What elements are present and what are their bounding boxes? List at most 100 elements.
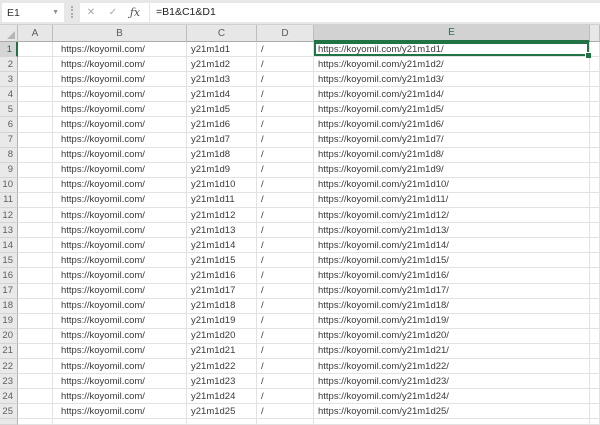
cell-B25[interactable]: https://koyomil.com/	[53, 404, 187, 420]
cell-B23[interactable]: https://koyomil.com/	[53, 374, 187, 390]
row-header-17[interactable]: 17	[0, 283, 18, 299]
cell-D9[interactable]: /	[257, 162, 314, 178]
cell-E16[interactable]: https://koyomil.com/y21m1d16/	[314, 268, 590, 284]
cell-E2[interactable]: https://koyomil.com/y21m1d2/	[314, 57, 590, 73]
row-header-14[interactable]: 14	[0, 238, 18, 254]
cell-D13[interactable]: /	[257, 223, 314, 239]
row-header-3[interactable]: 3	[0, 72, 18, 88]
cell-A20[interactable]	[18, 328, 53, 344]
cell-D8[interactable]: /	[257, 147, 314, 163]
insert-function-button[interactable]: ƒx	[124, 3, 146, 22]
cell-B7[interactable]: https://koyomil.com/	[53, 132, 187, 148]
cell-D25[interactable]: /	[257, 404, 314, 420]
cell-row26-partial[interactable]	[314, 419, 590, 425]
row-header-10[interactable]: 10	[0, 177, 18, 193]
cell-B11[interactable]: https://koyomil.com/	[53, 192, 187, 209]
cell-B14[interactable]: https://koyomil.com/	[53, 238, 187, 254]
cell-A2[interactable]	[18, 57, 53, 73]
cell-B18[interactable]: https://koyomil.com/	[53, 298, 187, 314]
name-box[interactable]: E1 ▼	[2, 3, 64, 22]
cell-B15[interactable]: https://koyomil.com/	[53, 253, 187, 269]
row-header-8[interactable]: 8	[0, 147, 18, 163]
cell-A11[interactable]	[18, 192, 53, 209]
cell-E18[interactable]: https://koyomil.com/y21m1d18/	[314, 298, 590, 314]
cell-E22[interactable]: https://koyomil.com/y21m1d22/	[314, 358, 590, 375]
cell-B12[interactable]: https://koyomil.com/	[53, 208, 187, 224]
cell-F10-partial[interactable]	[590, 177, 600, 193]
cell-row26-partial[interactable]	[257, 419, 314, 425]
cell-F23-partial[interactable]	[590, 374, 600, 390]
cell-D6[interactable]: /	[257, 117, 314, 133]
cell-F20-partial[interactable]	[590, 328, 600, 344]
cell-F2-partial[interactable]	[590, 57, 600, 73]
cell-F5-partial[interactable]	[590, 102, 600, 118]
cell-F19-partial[interactable]	[590, 313, 600, 329]
formula-input[interactable]: =B1&C1&D1	[156, 3, 600, 22]
cell-A10[interactable]	[18, 177, 53, 193]
cell-E4[interactable]: https://koyomil.com/y21m1d4/	[314, 87, 590, 103]
cell-E5[interactable]: https://koyomil.com/y21m1d5/	[314, 102, 590, 118]
cell-F6-partial[interactable]	[590, 117, 600, 133]
cell-E19[interactable]: https://koyomil.com/y21m1d19/	[314, 313, 590, 329]
cell-A12[interactable]	[18, 208, 53, 224]
cell-C22[interactable]: y21m1d22	[187, 358, 257, 375]
cell-A15[interactable]	[18, 253, 53, 269]
cell-row26-partial[interactable]	[590, 419, 600, 425]
cell-F11-partial[interactable]	[590, 192, 600, 209]
column-header-D[interactable]: D	[257, 25, 314, 42]
cell-A23[interactable]	[18, 374, 53, 390]
cell-B20[interactable]: https://koyomil.com/	[53, 328, 187, 344]
cell-A21[interactable]	[18, 343, 53, 359]
cell-C17[interactable]: y21m1d17	[187, 283, 257, 299]
cell-E17[interactable]: https://koyomil.com/y21m1d17/	[314, 283, 590, 299]
cell-F18-partial[interactable]	[590, 298, 600, 314]
row-header-26-partial[interactable]	[0, 419, 18, 425]
cell-D16[interactable]: /	[257, 268, 314, 284]
cell-C10[interactable]: y21m1d10	[187, 177, 257, 193]
enter-button[interactable]: ✓	[102, 3, 124, 22]
cell-C6[interactable]: y21m1d6	[187, 117, 257, 133]
row-header-25[interactable]: 25	[0, 404, 18, 420]
cell-D19[interactable]: /	[257, 313, 314, 329]
cell-B13[interactable]: https://koyomil.com/	[53, 223, 187, 239]
cell-E25[interactable]: https://koyomil.com/y21m1d25/	[314, 404, 590, 420]
cell-D20[interactable]: /	[257, 328, 314, 344]
cell-B8[interactable]: https://koyomil.com/	[53, 147, 187, 163]
cell-D14[interactable]: /	[257, 238, 314, 254]
cell-D2[interactable]: /	[257, 57, 314, 73]
cell-A8[interactable]	[18, 147, 53, 163]
chevron-down-icon[interactable]: ▼	[52, 9, 59, 16]
cell-D7[interactable]: /	[257, 132, 314, 148]
cell-C20[interactable]: y21m1d20	[187, 328, 257, 344]
cell-C21[interactable]: y21m1d21	[187, 343, 257, 359]
cell-F16-partial[interactable]	[590, 268, 600, 284]
cell-F4-partial[interactable]	[590, 87, 600, 103]
cell-C13[interactable]: y21m1d13	[187, 223, 257, 239]
row-header-18[interactable]: 18	[0, 298, 18, 314]
cell-D22[interactable]: /	[257, 358, 314, 375]
cell-B24[interactable]: https://koyomil.com/	[53, 389, 187, 405]
cell-D15[interactable]: /	[257, 253, 314, 269]
cell-B2[interactable]: https://koyomil.com/	[53, 57, 187, 73]
row-header-12[interactable]: 12	[0, 208, 18, 224]
row-header-2[interactable]: 2	[0, 57, 18, 73]
cell-E24[interactable]: https://koyomil.com/y21m1d24/	[314, 389, 590, 405]
cell-A22[interactable]	[18, 358, 53, 375]
cell-C4[interactable]: y21m1d4	[187, 87, 257, 103]
cell-C9[interactable]: y21m1d9	[187, 162, 257, 178]
cell-F14-partial[interactable]	[590, 238, 600, 254]
cell-C18[interactable]: y21m1d18	[187, 298, 257, 314]
cell-D21[interactable]: /	[257, 343, 314, 359]
cell-F9-partial[interactable]	[590, 162, 600, 178]
cell-A13[interactable]	[18, 223, 53, 239]
cell-F21-partial[interactable]	[590, 343, 600, 359]
cell-E21[interactable]: https://koyomil.com/y21m1d21/	[314, 343, 590, 359]
cell-D23[interactable]: /	[257, 374, 314, 390]
cell-E7[interactable]: https://koyomil.com/y21m1d7/	[314, 132, 590, 148]
row-header-20[interactable]: 20	[0, 328, 18, 344]
cell-B21[interactable]: https://koyomil.com/	[53, 343, 187, 359]
row-header-4[interactable]: 4	[0, 87, 18, 103]
cell-D10[interactable]: /	[257, 177, 314, 193]
cell-D5[interactable]: /	[257, 102, 314, 118]
cell-E1[interactable]: https://koyomil.com/y21m1d1/	[314, 42, 591, 59]
